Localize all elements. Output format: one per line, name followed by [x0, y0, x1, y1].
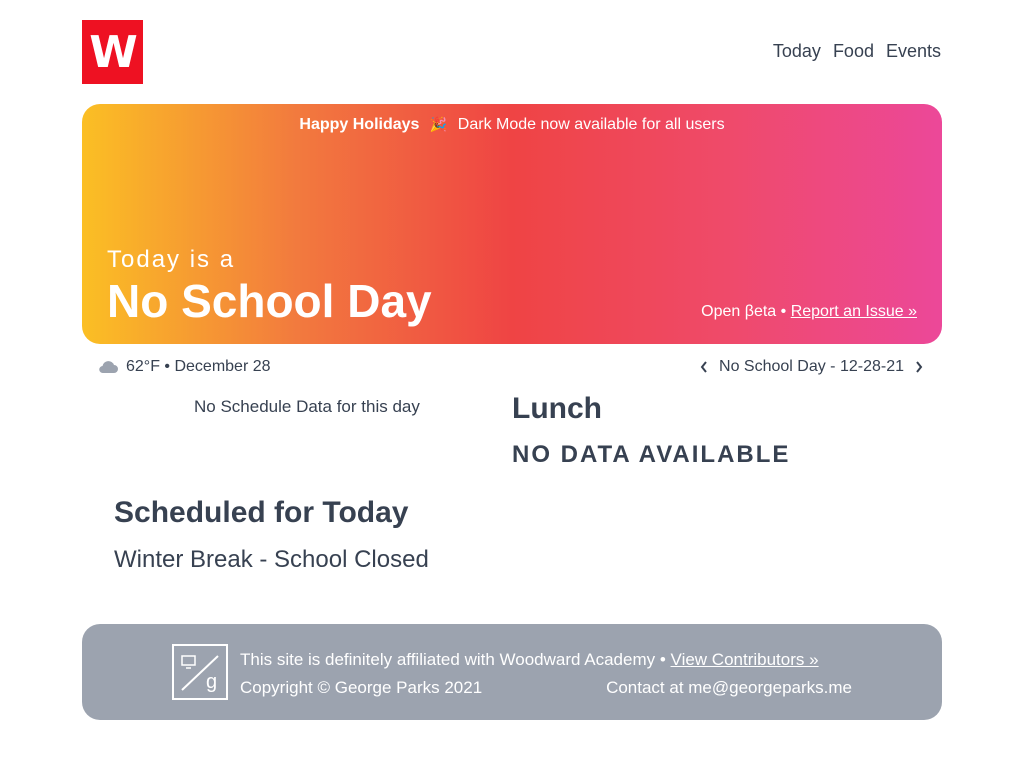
main-nav: Today Food Events — [773, 41, 941, 62]
affiliation-line: This site is definitely affiliated with … — [240, 650, 819, 670]
lunch-title: Lunch — [512, 392, 602, 425]
chevron-left-icon[interactable] — [699, 360, 709, 374]
scheduled-title: Scheduled for Today — [114, 496, 409, 529]
today-is-label: Today is a — [107, 246, 236, 273]
view-contributors-link[interactable]: View Contributors » — [671, 650, 819, 669]
party-icon: 🎉 — [429, 116, 448, 132]
svg-text:g: g — [206, 671, 217, 693]
logo[interactable]: W — [82, 20, 143, 84]
copyright-text: Copyright © George Parks 2021 — [240, 678, 483, 697]
hero-banner: Happy Holidays 🎉 Dark Mode now available… — [82, 104, 942, 344]
nav-events[interactable]: Events — [886, 41, 941, 62]
day-type: No School Day — [107, 275, 432, 327]
schedule-empty-text: No Schedule Data for this day — [194, 397, 420, 416]
scheduled-item: Winter Break - School Closed — [114, 546, 429, 573]
announcement-title: Happy Holidays — [299, 116, 420, 133]
announcement-text: Dark Mode now available for all users — [457, 116, 725, 133]
weather: 62°F • December 28 — [98, 358, 271, 376]
chevron-right-icon[interactable] — [914, 360, 924, 374]
contact-text: Contact at me@georgeparks.me — [606, 678, 852, 697]
day-navigator: No School Day - 12-28-21 — [699, 358, 924, 376]
affiliation-text: This site is definitely affiliated with … — [240, 650, 666, 669]
day-label: No School Day - 12-28-21 — [719, 358, 904, 375]
author-logo-icon: g — [172, 644, 228, 700]
beta-notice: Open βeta • Report an Issue » — [701, 303, 917, 321]
lunch-status: NO DATA AVAILABLE — [512, 441, 791, 468]
weather-text: 62°F • December 28 — [126, 358, 271, 375]
footer: g This site is definitely affiliated wit… — [82, 624, 942, 720]
announcement: Happy Holidays 🎉 Dark Mode now available… — [82, 116, 942, 134]
nav-today[interactable]: Today — [773, 41, 821, 62]
beta-label: Open βeta • — [701, 303, 787, 320]
cloud-icon — [98, 360, 118, 374]
report-issue-link[interactable]: Report an Issue » — [791, 303, 917, 320]
nav-food[interactable]: Food — [833, 41, 874, 62]
